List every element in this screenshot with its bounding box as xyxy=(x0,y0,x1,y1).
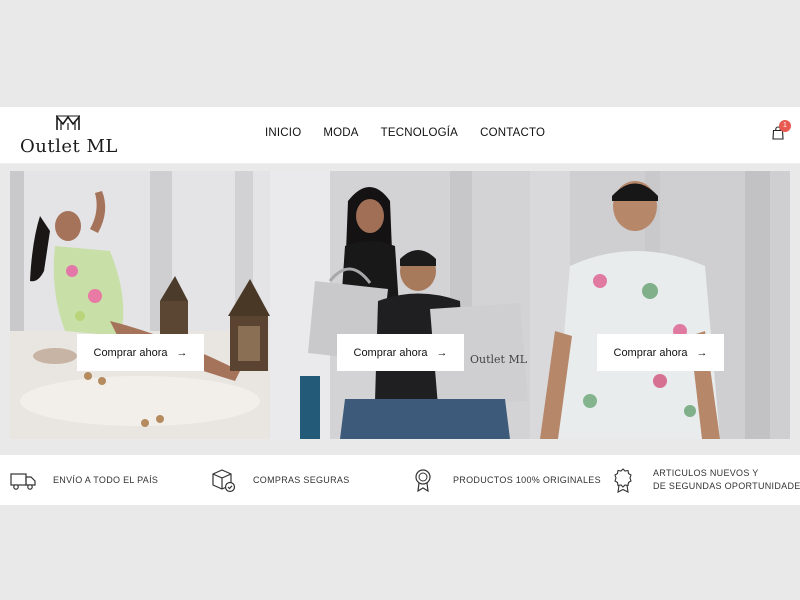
hero-panel-women xyxy=(10,171,270,439)
nav-item-contacto[interactable]: CONTACTO xyxy=(480,127,545,139)
main-nav: INICIO MODA TECNOLOGÍA CONTACTO xyxy=(265,127,545,139)
nav-item-tecnologia[interactable]: TECNOLOGÍA xyxy=(381,127,458,139)
shop-now-label: Comprar ahora xyxy=(613,346,688,359)
feature-text: ARTICULOS NUEVOS Y DE SEGUNDAS OPORTUNID… xyxy=(653,467,800,493)
hero-image-couple: Outlet ML xyxy=(270,171,530,439)
feature-text-line-2: DE SEGUNDAS OPORTUNIDADES. xyxy=(653,481,800,491)
feature-secure: COMPRAS SEGURAS xyxy=(210,455,350,505)
award-icon xyxy=(614,468,632,493)
shop-now-button-1[interactable]: Comprar ahora → xyxy=(77,334,204,371)
shop-now-button-2[interactable]: Comprar ahora → xyxy=(337,334,464,371)
hero-image-women xyxy=(10,171,270,439)
brand-name: Outlet ML xyxy=(20,136,118,157)
arrow-right-icon: → xyxy=(176,346,188,359)
feature-text-line-1: ARTICULOS NUEVOS Y xyxy=(653,468,759,478)
arrow-right-icon: → xyxy=(696,346,708,359)
hero-banner: Outlet ML Comprar ahora → Comprar ahora … xyxy=(10,171,790,439)
brand-logo[interactable]: Outlet ML xyxy=(20,113,120,159)
feature-text: ENVÍO A TODO EL PAÍS xyxy=(53,474,159,485)
nav-item-inicio[interactable]: INICIO xyxy=(265,127,301,139)
shop-now-label: Comprar ahora xyxy=(353,346,428,359)
nav-item-moda[interactable]: MODA xyxy=(323,127,358,139)
cart-count-badge: 1 xyxy=(779,120,791,132)
logo-mark-icon xyxy=(56,114,80,130)
shop-now-button-3[interactable]: Comprar ahora → xyxy=(597,334,724,371)
feature-shipping: ENVÍO A TODO EL PAÍS xyxy=(10,455,158,505)
medal-icon xyxy=(415,469,431,493)
arrow-right-icon: → xyxy=(436,346,448,359)
hero-panel-couple: Outlet ML xyxy=(270,171,530,439)
truck-icon xyxy=(10,473,36,490)
feature-text: PRODUCTOS 100% ORIGINALES xyxy=(453,474,601,485)
hero-image-men xyxy=(530,171,790,439)
feature-text: COMPRAS SEGURAS xyxy=(253,474,350,485)
features-bar: ENVÍO A TODO EL PAÍS COMPRAS SEGURAS PRO… xyxy=(0,455,800,505)
feature-new-items: ARTICULOS NUEVOS Y DE SEGUNDAS OPORTUNID… xyxy=(610,455,800,505)
shop-now-label: Comprar ahora xyxy=(93,346,168,359)
secure-box-icon xyxy=(212,469,236,493)
hero-panel-men xyxy=(530,171,790,439)
site-header: Outlet ML INICIO MODA TECNOLOGÍA CONTACT… xyxy=(0,107,800,164)
bag-logo-text: Outlet ML xyxy=(470,353,528,366)
feature-original: PRODUCTOS 100% ORIGINALES xyxy=(410,455,601,505)
